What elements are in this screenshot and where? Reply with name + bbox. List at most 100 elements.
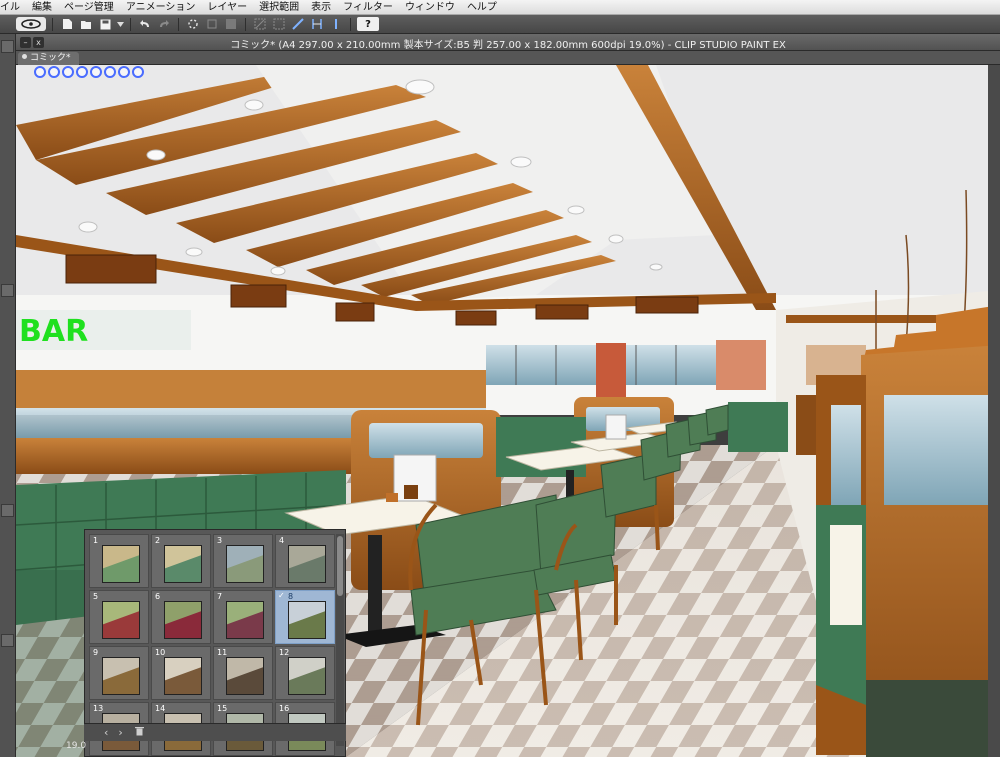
page-thumbnail[interactable]: 6 bbox=[151, 590, 211, 644]
page-preview-image bbox=[226, 545, 264, 583]
separator bbox=[245, 17, 246, 31]
separator bbox=[350, 17, 351, 31]
page-number: 10 bbox=[155, 648, 166, 657]
snap-special-ruler-icon[interactable] bbox=[309, 17, 325, 32]
menu-item[interactable]: ページ管理 bbox=[58, 0, 120, 15]
dock-handle[interactable] bbox=[1, 634, 14, 647]
fill-icon[interactable] bbox=[223, 17, 239, 32]
tab-label: コミック* bbox=[30, 53, 71, 63]
zoom-level: 19.0 bbox=[66, 741, 87, 751]
invert-selection-icon[interactable] bbox=[271, 17, 287, 32]
camera-pan-icon[interactable] bbox=[48, 66, 60, 78]
page-thumbnail[interactable]: 4 bbox=[275, 534, 335, 588]
dock-handle[interactable] bbox=[1, 504, 14, 517]
menu-item[interactable]: 選択範囲 bbox=[253, 0, 305, 15]
page-number: 2 bbox=[155, 536, 161, 545]
page-thumbnail-grid: 1 2 3 4 5 6 7 8 ✓ 9 10 11 12 13 14 15 16 bbox=[89, 534, 335, 756]
dropdown-icon[interactable] bbox=[116, 17, 124, 32]
snap-grid-icon[interactable] bbox=[328, 17, 344, 32]
page-preview-image bbox=[288, 545, 326, 583]
page-preview-image bbox=[288, 657, 326, 695]
camera-rotate-icon[interactable] bbox=[34, 66, 46, 78]
clip-studio-logo-button[interactable] bbox=[16, 17, 46, 31]
page-preview-image bbox=[102, 657, 140, 695]
trash-icon[interactable] bbox=[134, 726, 144, 739]
separator bbox=[52, 17, 53, 31]
menu-item[interactable]: 編集 bbox=[26, 0, 58, 15]
dock-handle[interactable] bbox=[1, 40, 14, 53]
page-preview-image bbox=[226, 657, 264, 695]
next-page-button[interactable]: › bbox=[118, 726, 122, 739]
page-thumbnail[interactable]: 10 bbox=[151, 646, 211, 700]
object-move-icon[interactable] bbox=[104, 66, 116, 78]
left-dock-strip bbox=[0, 34, 16, 757]
camera-rotate-axis-icon[interactable] bbox=[76, 66, 88, 78]
snap-ruler-icon[interactable] bbox=[290, 17, 306, 32]
page-number: 8 bbox=[288, 592, 294, 601]
page-number: 14 bbox=[155, 704, 166, 713]
undo-icon[interactable] bbox=[137, 17, 153, 32]
vertical-scrollbar[interactable] bbox=[988, 65, 1000, 757]
page-number: 9 bbox=[93, 648, 99, 657]
menu-item[interactable]: イル bbox=[0, 0, 26, 15]
page-thumbnail[interactable]: 7 bbox=[213, 590, 273, 644]
menu-item[interactable]: 表示 bbox=[305, 0, 337, 15]
clip-studio-window: イル 編集 ページ管理 アニメーション レイヤー 選択範囲 表示 フィルター ウィンドウ ヘルプ bbox=[0, 0, 1000, 757]
page-number: 7 bbox=[217, 592, 223, 601]
page-thumbnail[interactable]: 5 bbox=[89, 590, 149, 644]
menu-item[interactable]: ヘルプ bbox=[461, 0, 503, 15]
page-number: 13 bbox=[93, 704, 104, 713]
page-number: 6 bbox=[155, 592, 161, 601]
page-preview-image bbox=[226, 601, 264, 639]
open-folder-icon[interactable] bbox=[78, 17, 94, 32]
page-thumbnail[interactable]: 11 bbox=[213, 646, 273, 700]
page-number: 4 bbox=[279, 536, 285, 545]
canvas-title-bar: – x コミック* (A4 297.00 x 210.00mm 製本サイズ:B5… bbox=[16, 34, 1000, 51]
page-number: 16 bbox=[279, 704, 290, 713]
page-list-scrollbar[interactable] bbox=[336, 534, 344, 746]
tab-comic[interactable]: コミック* bbox=[18, 52, 79, 65]
unsaved-dot-icon bbox=[22, 54, 27, 59]
page-manager-footer: ‹ › bbox=[84, 723, 346, 741]
page-preview-image bbox=[164, 545, 202, 583]
page-number: 12 bbox=[279, 648, 290, 657]
dock-handle[interactable] bbox=[1, 284, 14, 297]
page-thumbnail[interactable]: 8 ✓ bbox=[275, 590, 335, 644]
canvas-title: コミック* (A4 297.00 x 210.00mm 製本サイズ:B5 判 2… bbox=[230, 40, 786, 51]
separator bbox=[178, 17, 179, 31]
menu-item[interactable]: ウィンドウ bbox=[399, 0, 461, 15]
new-file-icon[interactable] bbox=[59, 17, 75, 32]
redo-icon[interactable] bbox=[156, 17, 172, 32]
page-preview-image bbox=[102, 545, 140, 583]
page-preview-image bbox=[102, 601, 140, 639]
save-icon[interactable] bbox=[97, 17, 113, 32]
page-thumbnail[interactable]: 9 bbox=[89, 646, 149, 700]
menu-item[interactable]: レイヤー bbox=[201, 0, 253, 15]
page-preview-image bbox=[164, 657, 202, 695]
scrollbar-thumb[interactable] bbox=[337, 536, 343, 596]
canvas-tab-bar: コミック* bbox=[16, 51, 1000, 65]
page-number: 5 bbox=[93, 592, 99, 601]
page-thumbnail[interactable]: 3 bbox=[213, 534, 273, 588]
camera-zoom-icon[interactable] bbox=[90, 66, 102, 78]
transform-icon[interactable] bbox=[204, 17, 220, 32]
menu-item[interactable]: アニメーション bbox=[120, 0, 202, 15]
separator bbox=[130, 17, 131, 31]
object-rotate-icon[interactable] bbox=[118, 66, 130, 78]
menu-bar: イル 編集 ページ管理 アニメーション レイヤー 選択範囲 表示 フィルター ウィンドウ ヘルプ bbox=[0, 0, 1000, 15]
prev-page-button[interactable]: ‹ bbox=[104, 726, 108, 739]
menu-item[interactable]: フィルター bbox=[337, 0, 399, 15]
help-button[interactable]: ? bbox=[357, 17, 379, 31]
3d-object-launcher bbox=[34, 66, 144, 84]
page-preview-image bbox=[164, 601, 202, 639]
page-thumbnail[interactable]: 1 bbox=[89, 534, 149, 588]
bar-sign-text: BAR bbox=[19, 314, 88, 349]
deselect-icon[interactable] bbox=[252, 17, 268, 32]
object-scale-icon[interactable] bbox=[132, 66, 144, 78]
page-thumbnail[interactable]: 12 bbox=[275, 646, 335, 700]
command-bar: ? bbox=[0, 15, 1000, 34]
camera-move-icon[interactable] bbox=[62, 66, 74, 78]
page-thumbnail[interactable]: 2 bbox=[151, 534, 211, 588]
page-number: 11 bbox=[217, 648, 228, 657]
clear-icon[interactable] bbox=[185, 17, 201, 32]
